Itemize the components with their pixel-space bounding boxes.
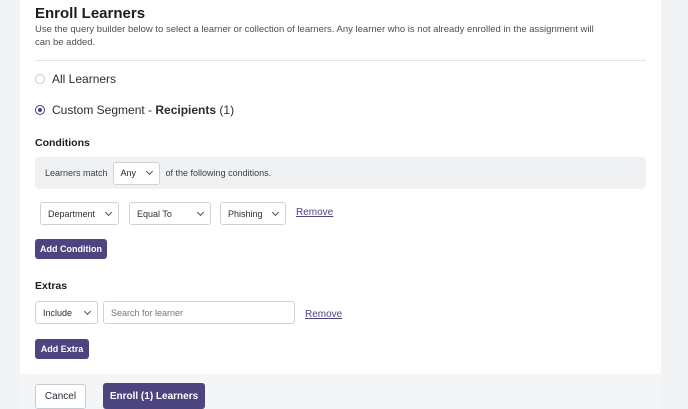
chevron-down-icon xyxy=(83,307,92,315)
match-suffix: of the following conditions. xyxy=(165,168,272,178)
radio-all-learners[interactable]: All Learners xyxy=(35,72,116,86)
page-title: Enroll Learners xyxy=(35,5,146,22)
search-learner-input[interactable] xyxy=(103,301,295,324)
radio-all-learners-label: All Learners xyxy=(52,72,117,86)
add-extra-button[interactable]: Add Extra xyxy=(35,339,89,359)
radio-custom-segment[interactable]: Custom Segment - Recipients (1) xyxy=(35,103,234,117)
match-select[interactable]: Any xyxy=(112,161,160,185)
conditions-heading: Conditions xyxy=(35,137,90,149)
condition-operator-select[interactable]: Equal To xyxy=(129,202,211,225)
divider xyxy=(35,60,646,61)
page-description: Use the query builder below to select a … xyxy=(35,24,594,48)
chevron-down-icon xyxy=(145,167,153,176)
extras-heading: Extras xyxy=(35,280,68,292)
remove-condition-link[interactable]: Remove xyxy=(296,207,333,218)
condition-field-value: Department xyxy=(48,208,96,219)
match-select-value: Any xyxy=(120,168,137,178)
enroll-learners-button[interactable]: Enroll (1) Learners xyxy=(103,383,205,409)
match-bar: Learners match Any of the following cond… xyxy=(35,157,646,189)
custom-segment-count: (1) xyxy=(216,103,235,117)
condition-value-value: Phishing xyxy=(228,208,263,219)
radio-checked-icon[interactable] xyxy=(35,105,45,115)
custom-segment-prefix: Custom Segment - xyxy=(52,103,156,117)
match-prefix: Learners match xyxy=(45,168,108,178)
chevron-down-icon xyxy=(271,208,280,216)
extras-mode-select[interactable]: Include xyxy=(35,301,98,324)
radio-unchecked-icon[interactable] xyxy=(35,74,45,84)
custom-segment-name: Recipients xyxy=(155,103,217,117)
cancel-button[interactable]: Cancel xyxy=(35,384,86,409)
condition-value-select[interactable]: Phishing xyxy=(220,202,286,225)
add-condition-button[interactable]: Add Condition xyxy=(35,239,107,259)
chevron-down-icon xyxy=(196,208,205,216)
condition-field-select[interactable]: Department xyxy=(40,202,119,225)
condition-operator-value: Equal To xyxy=(137,208,172,219)
remove-extra-link[interactable]: Remove xyxy=(305,309,342,320)
extras-mode-value: Include xyxy=(43,307,73,318)
chevron-down-icon xyxy=(104,208,113,216)
